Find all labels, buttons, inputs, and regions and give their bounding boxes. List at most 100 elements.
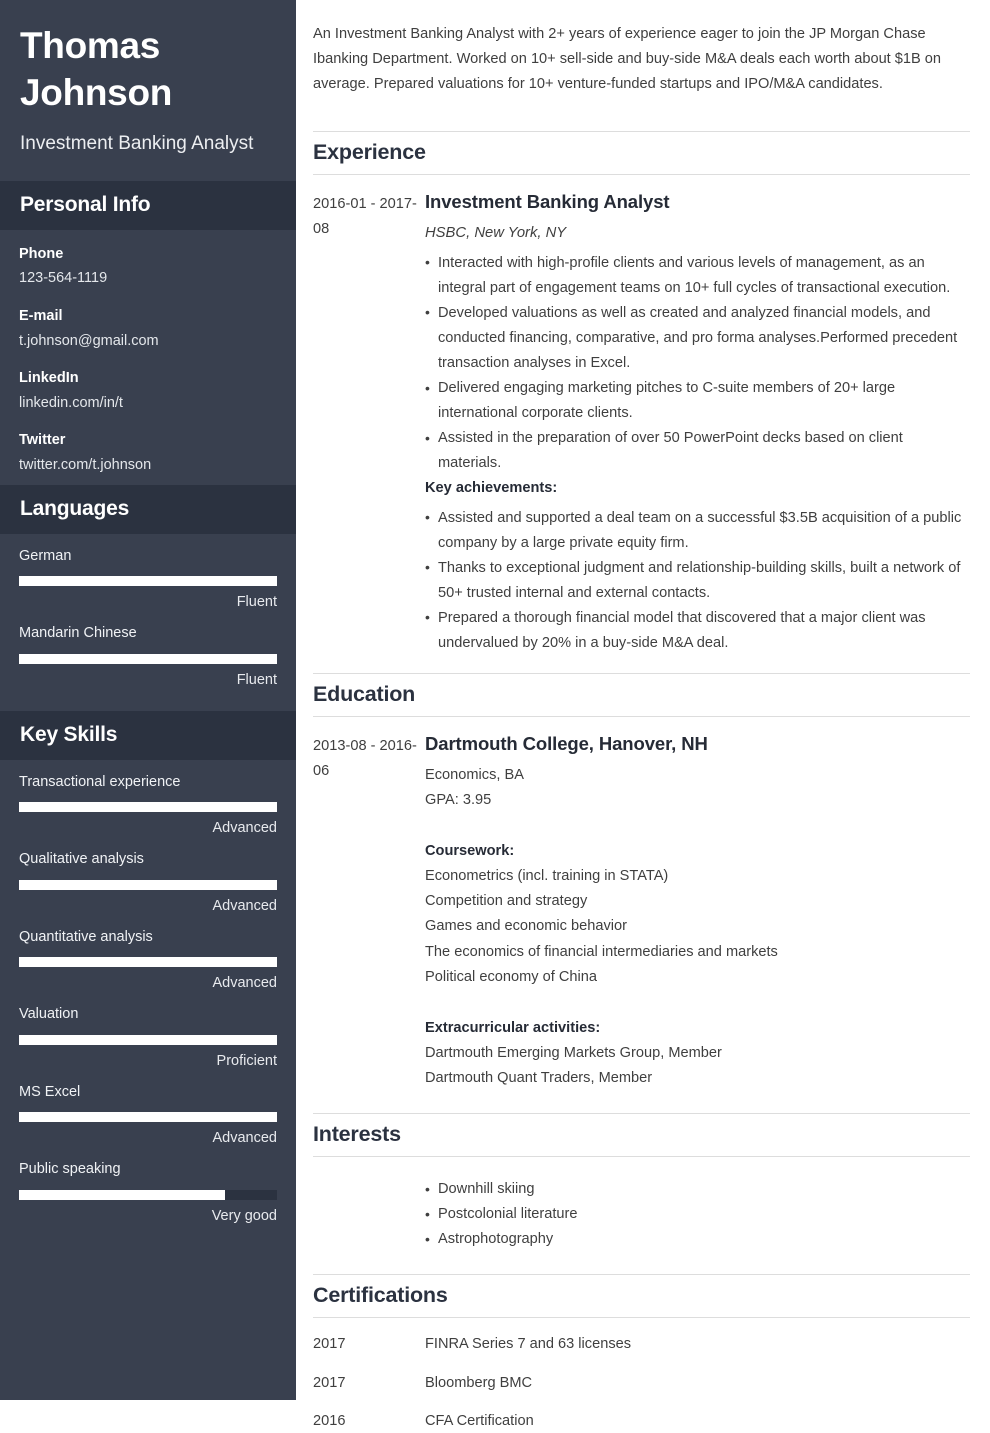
info-label: LinkedIn [19,370,79,387]
coursework-item: Econometrics (incl. training in STATA) [425,868,669,885]
skill-item: Quantitative analysis Advanced [19,927,277,996]
skill-item: Public speaking Very good [19,1159,277,1228]
languages-list: German Fluent Mandarin Chinese Fluent [0,534,296,711]
skill-level-bar-fill [19,957,277,968]
experience-bullets: Interacted with high-profile clients and… [425,250,970,477]
coursework-item: Games and economic behavior [425,918,627,935]
skill-name: Valuation [19,1006,79,1023]
skill-level-label: Very good [211,1207,277,1224]
section-experience: Experience 2016-01 - 2017-08 Investment … [313,131,970,656]
info-value[interactable]: t.johnson@gmail.com [19,330,277,352]
certification-name: CFA Certification [425,1413,534,1429]
interests-heading: Interests [313,1113,970,1158]
skill-level-bar-fill [19,1112,277,1123]
certification-year: 2017 [313,1336,346,1353]
extracurricular-item: Dartmouth Emerging Markets Group, Member [425,1044,722,1061]
info-item-twitter: Twitter twitter.com/t.johnson [19,430,277,476]
language-level-bar [19,653,277,664]
coursework-heading: Coursework: [425,843,515,860]
personal-info-list: Phone 123-564-1119 E-mail t.johnson@gmai… [0,230,296,485]
skill-item: Qualitative analysis Advanced [19,849,277,918]
skill-item: Transactional experience Advanced [19,772,277,841]
certification-year: 2016 [313,1413,346,1429]
education-spacer [425,813,970,839]
section-education: Education 2013-08 - 2016-06 Dartmouth Co… [313,673,970,1091]
skill-name: Public speaking [19,1161,121,1178]
certification-name: FINRA Series 7 and 63 licenses [425,1336,632,1353]
skill-level-label: Advanced [212,820,278,837]
language-level-bar [19,576,277,587]
education-date: 2013-08 - 2016-06 [313,738,417,780]
job-title: Investment Banking Analyst [20,132,254,154]
skill-name: Quantitative analysis [19,928,153,945]
info-value[interactable]: 123-564-1119 [19,267,277,289]
experience-bullet: Developed valuations as well as created … [425,300,970,376]
certification-row: 2017 FINRA Series 7 and 63 licenses [313,1318,970,1356]
resume-page: Thomas Johnson Investment Banking Analys… [0,0,990,1429]
coursework-item: The economics of financial intermediarie… [425,943,778,960]
skill-level-label: Advanced [212,897,278,914]
experience-bullet: Assisted in the preparation of over 50 P… [425,426,970,476]
language-level-label: Fluent [236,594,277,611]
skill-level-bar [19,957,277,968]
language-item: German Fluent [19,546,277,615]
experience-bullet: Interacted with high-profile clients and… [425,250,970,301]
experience-heading: Experience [313,131,970,176]
interests-list: Downhill skiing Postcolonial literature … [425,1177,970,1252]
key-achievements-heading: Key achievements: [425,480,558,497]
key-skills-heading: Key Skills [0,710,296,760]
key-skills-list: Transactional experience Advanced Qualit… [0,760,296,1247]
interest-item: Astrophotography [425,1227,970,1252]
main-content: An Investment Banking Analyst with 2+ ye… [296,0,990,1429]
skill-level-bar-fill [19,879,277,890]
skill-name: Transactional experience [19,773,181,790]
skill-item: Valuation Proficient [19,1004,277,1073]
skill-level-label: Proficient [216,1052,277,1069]
achievement-bullet: Prepared a thorough financial model that… [425,605,970,656]
skill-level-bar-fill [19,1189,226,1200]
language-item: Mandarin Chinese Fluent [19,623,277,692]
sidebar-header: Thomas Johnson Investment Banking Analys… [0,0,296,181]
interest-item: Postcolonial literature [425,1202,970,1227]
education-gpa: GPA: 3.95 [425,792,492,809]
language-level-bar-fill [19,653,277,664]
education-heading: Education [313,673,970,718]
info-item-phone: Phone 123-564-1119 [19,244,277,290]
language-name: Mandarin Chinese [19,625,137,642]
achievement-bullet: Assisted and supported a deal team on a … [425,505,970,556]
info-value[interactable]: twitter.com/t.johnson [19,454,277,476]
education-degree: Economics, BA [425,767,524,783]
education-entry: 2013-08 - 2016-06 Dartmouth College, Han… [313,717,970,1091]
section-certifications: Certifications 2017 FINRA Series 7 and 6… [313,1274,970,1433]
language-name: German [19,547,72,564]
info-label: Phone [19,245,64,262]
professional-summary: An Investment Banking Analyst with 2+ ye… [313,26,942,93]
section-interests: Interests Downhill skiing Postcolonial l… [313,1113,970,1252]
personal-info-heading: Personal Info [0,180,296,230]
languages-heading: Languages [0,484,296,534]
certification-row: 2017 Bloomberg BMC [313,1357,970,1395]
full-name: Thomas Johnson [20,25,173,114]
language-level-label: Fluent [236,671,277,688]
coursework-item: Political economy of China [425,968,597,985]
info-item-email: E-mail t.johnson@gmail.com [19,306,277,352]
skill-level-bar [19,1112,277,1123]
skill-name: MS Excel [19,1083,81,1100]
info-label: E-mail [19,307,63,324]
coursework-item: Competition and strategy [425,893,588,910]
extracurricular-spacer [425,990,970,1016]
achievement-bullet: Thanks to exceptional judgment and relat… [425,555,970,606]
experience-job-title: Investment Banking Analyst [425,191,670,213]
info-item-linkedin: LinkedIn linkedin.com/in/t [19,368,277,414]
info-value[interactable]: linkedin.com/in/t [19,392,277,414]
skill-level-bar-fill [19,802,277,813]
experience-employer: HSBC, New York, NY [425,225,567,242]
key-achievements-bullets: Assisted and supported a deal team on a … [425,505,970,657]
interest-item: Downhill skiing [425,1177,970,1202]
extracurricular-item: Dartmouth Quant Traders, Member [425,1069,653,1086]
skill-level-bar-fill [19,1034,277,1045]
skill-level-bar [19,802,277,813]
interests-body: Downhill skiing Postcolonial literature … [313,1157,970,1252]
info-label: Twitter [19,432,66,449]
experience-bullet: Delivered engaging marketing pitches to … [425,376,970,426]
